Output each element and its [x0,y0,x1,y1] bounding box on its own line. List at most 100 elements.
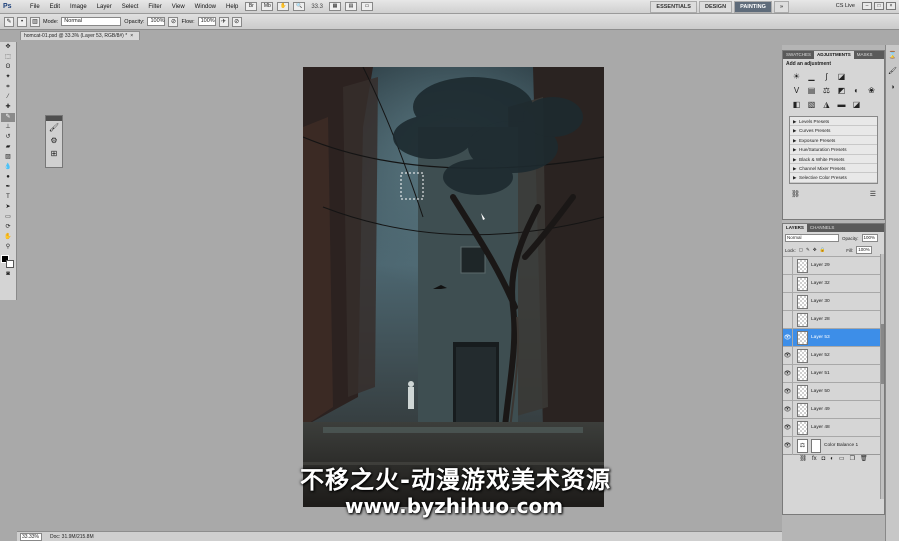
vibrance-icon[interactable]: V [791,85,802,96]
maximize-icon[interactable]: □ [874,2,884,10]
eye-icon[interactable]: 👁 [783,364,793,383]
layer-row[interactable]: Layer 30 [783,292,884,311]
brightness-contrast-icon[interactable]: ☀ [791,71,802,82]
layer-row[interactable]: 👁 Layer 50 [783,382,884,401]
add-mask-icon[interactable]: ◘ [822,455,826,463]
menu-file[interactable]: File [25,4,45,10]
crop-tool-icon[interactable]: ⌗ [1,83,15,92]
workspace-painting[interactable]: PAINTING [734,1,772,13]
layer-row[interactable]: Layer 29 [783,256,884,275]
menu-filter[interactable]: Filter [143,4,166,10]
gradient-map-icon[interactable]: ▬ [836,99,847,110]
menu-edit[interactable]: Edit [45,4,65,10]
menu-image[interactable]: Image [65,4,92,10]
layers-scrollbar-thumb[interactable] [881,324,884,384]
brush-presets-panel-icon[interactable]: 🖌 [888,67,898,77]
preset-item[interactable]: ▶ Selective Color Presets [790,173,877,183]
hand-tool-icon[interactable]: ✋ [1,233,15,242]
status-zoom-field[interactable]: 33.33% [20,532,42,541]
layer-opacity-field[interactable]: 100% [861,234,878,242]
blur-tool-icon[interactable]: 💧 [1,163,15,172]
brush-size-picker-icon[interactable]: • [17,16,27,27]
opacity-field[interactable]: 100% [147,17,166,26]
lock-transparency-icon[interactable]: ▢ [799,247,803,253]
layer-row[interactable]: 👁 Layer 51 [783,364,884,383]
eye-icon[interactable]: 👁 [783,418,793,437]
layer-row-selected[interactable]: 👁 Layer 53 [783,328,884,347]
document-close-icon[interactable]: × [130,33,133,39]
layer-mask-thumbnail[interactable] [811,438,821,453]
levels-icon[interactable]: ▁ [806,71,817,82]
black-white-icon[interactable]: ◩ [836,85,847,96]
document-size-info[interactable]: Doc: 31.9M/215.8M [50,534,94,540]
menu-view[interactable]: View [167,4,190,10]
minibridge-icon[interactable]: Mb [261,2,274,11]
flow-field[interactable]: 100% [197,17,216,26]
eye-icon[interactable]: 👁 [783,328,793,347]
blend-mode-select[interactable]: Normal [785,234,839,242]
view-extras-icon[interactable]: ▦ [329,2,342,11]
color-balance-icon[interactable]: ⚖ [821,85,832,96]
zoom-tool-icon[interactable]: ⚲ [1,243,15,252]
tab-layers[interactable]: LAYERS [783,224,807,232]
quick-mask-icon[interactable]: ◙ [1,270,15,279]
layer-row[interactable]: 👁 ⚖ Color Balance 1 [783,436,884,455]
history-panel-icon[interactable]: ⌛ [888,51,898,61]
zoom-view-icon[interactable]: 🔍 [293,2,306,11]
lock-pixels-icon[interactable]: ✎ [806,247,810,253]
layer-row[interactable]: 👁 Layer 52 [783,346,884,365]
layer-row[interactable]: Layer 32 [783,274,884,293]
foreground-background-colors[interactable] [1,255,15,269]
workspace-design[interactable]: DESIGN [698,1,733,13]
eyedropper-tool-icon[interactable]: ⁄ [1,93,15,102]
tab-adjustments[interactable]: ADJUSTMENTS [814,51,854,59]
preset-item[interactable]: ▶ Levels Presets [790,117,877,127]
cs-live-button[interactable]: CS Live [836,3,855,9]
bridge-icon[interactable]: Br [245,2,258,11]
layer-row[interactable]: 👁 Layer 49 [783,400,884,419]
zoom-level[interactable]: 33.3 [311,4,323,10]
move-tool-icon[interactable]: ✥ [1,43,15,52]
brush-settings-icon[interactable]: ⚙ [46,134,62,147]
menu-layer[interactable]: Layer [92,4,117,10]
visibility-toggle[interactable] [783,256,793,275]
fill-field[interactable]: 100% [856,246,873,254]
history-brush-tool-icon[interactable]: ↺ [1,133,15,142]
lock-position-icon[interactable]: ✥ [813,247,817,253]
visibility-toggle[interactable] [783,274,793,293]
workspace-essentials[interactable]: ESSENTIALS [650,1,697,13]
quick-select-tool-icon[interactable]: ✦ [1,73,15,82]
type-tool-icon[interactable]: T [1,193,15,202]
brush-panel-toggle-icon[interactable]: ▥ [30,16,40,27]
brush-tool-preset-icon[interactable]: ✎ [4,16,14,27]
panel-options-icon[interactable]: ☰ [870,190,876,198]
visibility-toggle[interactable] [783,310,793,329]
clone-source-icon[interactable]: ⊞ [46,147,62,160]
curves-icon[interactable]: ∫ [821,71,832,82]
posterize-icon[interactable]: ▧ [806,99,817,110]
clip-to-layer-icon[interactable]: ⛓ [791,190,800,198]
preset-item[interactable]: ▶ Black & White Presets [790,155,877,164]
clone-stamp-tool-icon[interactable]: ⊥ [1,123,15,132]
new-group-icon[interactable]: ▭ [839,455,845,463]
close-icon[interactable]: × [886,2,896,10]
marquee-tool-icon[interactable]: ⬚ [1,53,15,62]
layers-scrollbar[interactable] [880,254,884,499]
delete-layer-icon[interactable]: 🗑 [860,455,868,463]
layer-row[interactable]: 👁 Layer 48 [783,418,884,437]
menu-window[interactable]: Window [190,4,221,10]
layer-row[interactable]: Layer 28 [783,310,884,329]
path-selection-tool-icon[interactable]: ➤ [1,203,15,212]
preset-item[interactable]: ▶ Channel Mixer Presets [790,164,877,174]
hue-saturation-icon[interactable]: ▤ [806,85,817,96]
color-panel-icon[interactable]: ◑ [888,83,898,93]
3d-rotate-tool-icon[interactable]: ⟳ [1,223,15,232]
photo-filter-icon[interactable]: ◐ [851,85,862,96]
menu-select[interactable]: Select [117,4,144,10]
exposure-icon[interactable]: ◪ [836,71,847,82]
mode-select[interactable]: Normal [61,17,122,26]
lock-all-icon[interactable]: 🔒 [820,247,826,253]
channel-mixer-icon[interactable]: ❀ [866,85,877,96]
tablet-pressure-size-icon[interactable]: ⊘ [231,16,242,27]
document-canvas[interactable] [303,67,604,507]
